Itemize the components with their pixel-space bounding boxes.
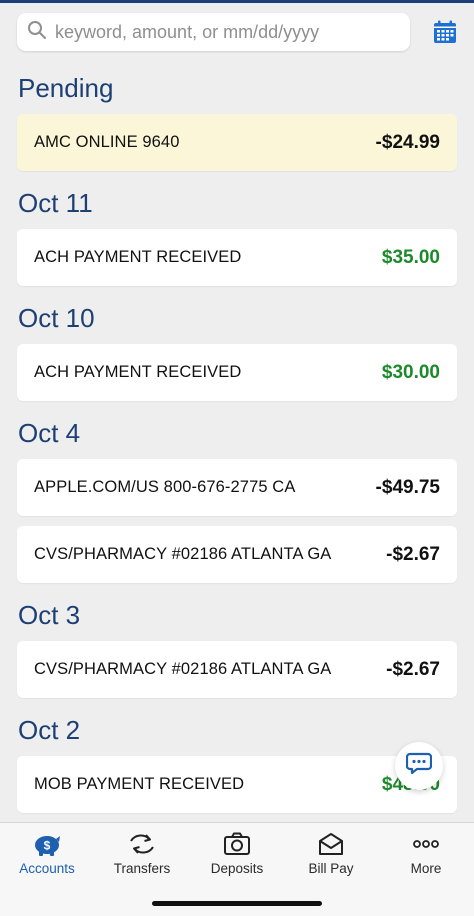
tab-deposits[interactable]: Deposits bbox=[190, 831, 284, 881]
transaction-amount: -$24.99 bbox=[375, 131, 440, 153]
transaction-description: CVS/PHARMACY #02186 ATLANTA GA bbox=[34, 660, 332, 678]
transaction-row[interactable]: CVS/PHARMACY #02186 ATLANTA GA -$2.67 bbox=[17, 641, 457, 698]
group-title-date: Oct 4 bbox=[18, 418, 81, 448]
group-title-date: Oct 11 bbox=[18, 188, 93, 218]
search-icon bbox=[27, 20, 47, 45]
calendar-icon[interactable] bbox=[433, 20, 457, 44]
search-box[interactable] bbox=[17, 13, 410, 51]
transaction-amount: $30.00 bbox=[381, 361, 440, 383]
transaction-amount: $35.00 bbox=[381, 246, 440, 268]
transaction-row[interactable]: APPLE.COM/US 800-676-2775 CA -$49.75 bbox=[17, 459, 457, 516]
search-input[interactable] bbox=[55, 21, 395, 43]
chat-icon bbox=[405, 752, 433, 781]
group-title-date: Oct 3 bbox=[18, 600, 81, 630]
tab-label: Deposits bbox=[210, 861, 264, 876]
transaction-amount: -$49.75 bbox=[375, 476, 440, 498]
ellipsis-icon bbox=[411, 831, 441, 857]
group-title-date: Oct 10 bbox=[18, 303, 95, 333]
transaction-row[interactable]: ACH PAYMENT RECEIVED $35.00 bbox=[17, 229, 457, 286]
transaction-row[interactable]: ACH PAYMENT RECEIVED $30.00 bbox=[17, 344, 457, 401]
transaction-description: ACH PAYMENT RECEIVED bbox=[34, 363, 242, 381]
top-accent-line bbox=[0, 0, 474, 3]
transfer-arrows-icon bbox=[127, 831, 157, 857]
tab-more[interactable]: More bbox=[379, 831, 473, 881]
transaction-amount: -$2.67 bbox=[386, 658, 440, 680]
transaction-list[interactable]: Pending AMC ONLINE 9640 -$24.99 Oct 11 A… bbox=[0, 62, 474, 822]
transaction-row[interactable]: MOB PAYMENT RECEIVED $48.00 bbox=[17, 756, 457, 813]
svg-text:$: $ bbox=[44, 839, 51, 853]
tab-label: Bill Pay bbox=[308, 861, 354, 876]
tab-bill-pay[interactable]: Bill Pay bbox=[284, 831, 378, 881]
tab-label: More bbox=[410, 861, 442, 876]
tab-label: Transfers bbox=[113, 861, 171, 876]
chat-button[interactable] bbox=[395, 742, 443, 790]
envelope-icon bbox=[316, 831, 346, 857]
piggy-bank-dollar-icon: $ bbox=[32, 831, 62, 857]
tab-accounts[interactable]: $ Accounts bbox=[0, 831, 94, 881]
transaction-description: APPLE.COM/US 800-676-2775 CA bbox=[34, 478, 296, 496]
group-title-pending: Pending bbox=[18, 73, 114, 103]
tab-label: Accounts bbox=[19, 861, 75, 876]
transaction-amount: -$2.67 bbox=[386, 543, 440, 565]
transaction-row[interactable]: AMC ONLINE 9640 -$24.99 bbox=[17, 114, 457, 171]
home-indicator[interactable] bbox=[152, 901, 322, 906]
camera-icon bbox=[222, 831, 252, 857]
transaction-description: ACH PAYMENT RECEIVED bbox=[34, 248, 242, 266]
transaction-description: AMC ONLINE 9640 bbox=[34, 133, 180, 151]
transaction-description: MOB PAYMENT RECEIVED bbox=[34, 775, 245, 793]
transaction-description: CVS/PHARMACY #02186 ATLANTA GA bbox=[34, 545, 332, 563]
tab-transfers[interactable]: Transfers bbox=[95, 831, 189, 881]
search-row bbox=[17, 13, 457, 53]
transaction-row[interactable]: CVS/PHARMACY #02186 ATLANTA GA -$2.67 bbox=[17, 526, 457, 583]
